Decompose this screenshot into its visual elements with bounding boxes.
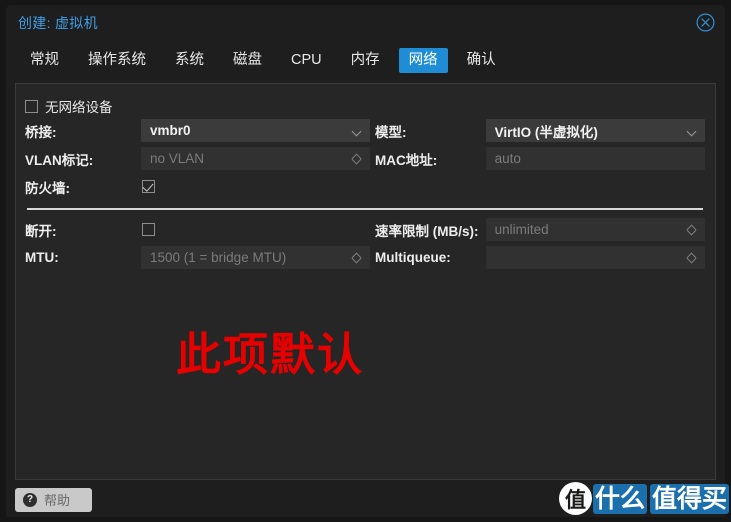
vlan-tag-value: no VLAN	[150, 151, 205, 166]
no-network-device-label: 无网络设备	[45, 100, 113, 115]
mtu-spinner[interactable]: 1500 (1 = bridge MTU)	[141, 246, 370, 269]
bridge-dropdown[interactable]: vmbr0	[141, 119, 370, 142]
section-divider	[27, 208, 703, 210]
disconnect-label: 断开:	[25, 223, 57, 239]
multiqueue-label: Multiqueue:	[375, 250, 451, 265]
dialog-titlebar: 创建: 虚拟机	[6, 5, 725, 40]
spinner-arrows-icon	[686, 250, 698, 265]
annotation-text: 此项默认	[176, 328, 365, 381]
vlan-tag-label: VLAN标记:	[25, 152, 94, 168]
form-row-disconnect-ratelimit: 断开: 速率限制 (MB/s): unlimited	[25, 218, 705, 241]
firewall-checkbox[interactable]	[142, 180, 155, 193]
firewall-group: 防火墙:	[25, 175, 376, 198]
form-row-vlan-mac: VLAN标记: no VLAN MAC地址: auto	[25, 147, 705, 170]
tab-system[interactable]: 系统	[165, 48, 214, 73]
advanced-toggle[interactable]: 高级	[670, 490, 716, 510]
rate-limit-group: 速率限制 (MB/s): unlimited	[375, 218, 705, 241]
create-vm-dialog: 创建: 虚拟机 常规 操作系统 系统 磁盘 CPU 内存 网络 确认 无网络设备…	[6, 5, 725, 517]
dialog-tabbar: 常规 操作系统 系统 磁盘 CPU 内存 网络 确认	[6, 40, 725, 73]
mtu-value: 1500 (1 = bridge MTU)	[150, 250, 287, 265]
multiqueue-spinner[interactable]	[485, 246, 705, 269]
network-form: 桥接: vmbr0 模型: VirtIO (半虚拟化) VLAN标记: no V…	[16, 117, 715, 269]
advanced-checkbox[interactable]	[703, 493, 716, 506]
bridge-label: 桥接:	[25, 124, 57, 140]
chevron-down-icon	[688, 128, 697, 133]
dialog-footer: ? 帮助 高级	[6, 482, 725, 517]
mac-address-label: MAC地址:	[375, 152, 438, 168]
firewall-checkbox-wrap	[141, 175, 370, 198]
disconnect-group: 断开:	[25, 218, 375, 241]
form-row-mtu-multiqueue: MTU: 1500 (1 = bridge MTU) Multiqueue:	[25, 246, 705, 269]
bridge-value: vmbr0	[150, 123, 191, 138]
firewall-label: 防火墙:	[25, 180, 70, 196]
rate-limit-label: 速率限制 (MB/s):	[375, 223, 479, 239]
mac-address-input[interactable]: auto	[485, 147, 705, 170]
screen-background: 创建: 虚拟机 常规 操作系统 系统 磁盘 CPU 内存 网络 确认 无网络设备…	[0, 0, 731, 522]
disconnect-checkbox[interactable]	[142, 223, 155, 236]
tab-os[interactable]: 操作系统	[78, 48, 156, 73]
chevron-down-icon	[353, 128, 362, 133]
rate-limit-spinner[interactable]: unlimited	[485, 218, 705, 241]
form-row-firewall: 防火墙:	[25, 175, 705, 198]
model-label: 模型:	[375, 124, 407, 140]
tab-network[interactable]: 网络	[398, 48, 448, 73]
mtu-group: MTU: 1500 (1 = bridge MTU)	[25, 246, 375, 269]
rate-limit-value: unlimited	[494, 222, 549, 237]
tab-cpu[interactable]: CPU	[281, 48, 332, 73]
vlan-tag-group: VLAN标记: no VLAN	[25, 147, 375, 170]
close-circle-icon[interactable]	[696, 13, 715, 32]
model-dropdown[interactable]: VirtIO (半虚拟化)	[485, 119, 705, 142]
multiqueue-group: Multiqueue:	[375, 246, 705, 269]
spinner-arrows-icon	[351, 250, 363, 265]
question-mark-icon: ?	[23, 492, 37, 507]
tab-confirm[interactable]: 确认	[457, 48, 506, 73]
network-settings-panel: 无网络设备 桥接: vmbr0 模型: VirtIO (半虚拟化) VLAN标记…	[15, 83, 716, 480]
spinner-arrows-icon	[686, 222, 698, 237]
bridge-group: 桥接: vmbr0	[25, 119, 375, 142]
dialog-title: 创建: 虚拟机	[18, 13, 98, 33]
disconnect-checkbox-wrap	[141, 218, 370, 241]
model-value: VirtIO (半虚拟化)	[494, 124, 598, 140]
advanced-label: 高级	[670, 493, 697, 509]
mtu-label: MTU:	[25, 250, 59, 265]
tab-memory[interactable]: 内存	[341, 48, 390, 73]
mac-address-value: auto	[494, 151, 521, 166]
vlan-tag-spinner[interactable]: no VLAN	[141, 147, 370, 170]
model-group: 模型: VirtIO (半虚拟化)	[375, 119, 705, 142]
no-network-device-checkbox[interactable]	[25, 99, 38, 113]
dialog-title-prefix: 创建:	[18, 14, 51, 31]
dialog-title-main: 虚拟机	[55, 14, 98, 31]
tab-general[interactable]: 常规	[20, 48, 69, 73]
mac-address-group: MAC地址: auto	[375, 147, 705, 170]
help-button-label: 帮助	[44, 493, 71, 508]
no-network-device-row: 无网络设备	[25, 95, 715, 117]
spinner-arrows-icon	[351, 151, 363, 166]
form-row-bridge-model: 桥接: vmbr0 模型: VirtIO (半虚拟化)	[25, 119, 705, 142]
tab-disks[interactable]: 磁盘	[223, 48, 272, 73]
help-button[interactable]: ? 帮助	[15, 487, 92, 512]
